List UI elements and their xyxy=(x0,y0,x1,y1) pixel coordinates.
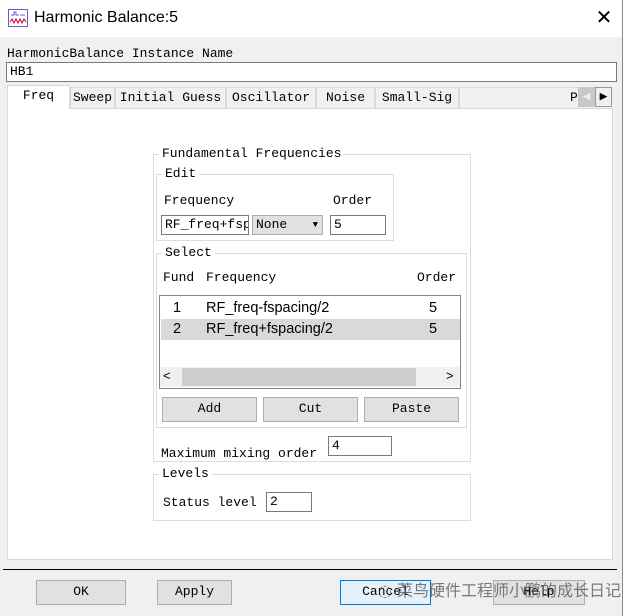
watermark: ◌ 菜鸟硬件工程师小鹏的成长日记 xyxy=(378,581,622,600)
wechat-icon: ◌ xyxy=(378,581,398,600)
levels-group: Levels Status level 2 xyxy=(153,466,471,521)
frequency-input[interactable]: RF_freq+fspacing/2 xyxy=(161,215,249,235)
tab-scroll-right-icon[interactable]: ▶ xyxy=(595,87,612,107)
header-frequency: Frequency xyxy=(206,270,277,285)
edit-group: Edit Frequency Order RF_freq+fspacing/2 … xyxy=(156,166,394,241)
instance-name-label: HarmonicBalance Instance Name xyxy=(7,46,234,61)
window-title: Harmonic Balance:5 xyxy=(34,9,179,26)
status-level-label: Status level xyxy=(163,495,257,510)
instance-name-input[interactable]: HB1 xyxy=(6,62,617,82)
tab-params[interactable]: Pa... xyxy=(459,87,579,108)
frequency-list[interactable]: 1 RF_freq-fspacing/2 5 2 RF_freq+fspacing/2… xyxy=(159,295,461,389)
dialog-window: Harmonic Balance:5 ✕ HarmonicBalance Ins… xyxy=(0,0,623,616)
apply-button[interactable]: Apply xyxy=(157,580,232,605)
tab-small-sig[interactable]: Small-Sig xyxy=(375,87,459,108)
scroll-left-icon[interactable]: < xyxy=(163,368,171,383)
horizontal-scrollbar[interactable]: < > xyxy=(160,367,460,387)
fundamental-frequencies-group: Fundamental Frequencies Edit Frequency O… xyxy=(153,146,471,462)
scroll-right-icon[interactable]: > xyxy=(446,368,454,383)
select-group: Select Fund Frequency Order 1 RF_freq-fsp… xyxy=(156,245,467,428)
footer-divider xyxy=(3,569,617,570)
group-title: Levels xyxy=(159,466,212,482)
tab-noise[interactable]: Noise xyxy=(316,87,375,108)
group-title: Fundamental Frequencies xyxy=(159,146,345,162)
frequency-label: Frequency xyxy=(164,193,235,208)
order-input[interactable]: 5 xyxy=(330,215,386,235)
list-item[interactable]: 1 RF_freq-fspacing/2 5 xyxy=(161,298,460,319)
close-icon[interactable]: ✕ xyxy=(594,6,614,30)
tab-oscillator[interactable]: Oscillator xyxy=(226,87,316,108)
tab-freq[interactable]: Freq xyxy=(7,85,70,109)
freq-tab-panel: Fundamental Frequencies Edit Frequency O… xyxy=(7,108,613,560)
add-button[interactable]: Add xyxy=(162,397,257,422)
group-title: Select xyxy=(162,245,215,261)
chevron-down-icon: ▼ xyxy=(312,220,318,230)
ok-button[interactable]: OK xyxy=(36,580,126,605)
status-level-input[interactable]: 2 xyxy=(266,492,312,512)
header-fund: Fund xyxy=(163,270,195,285)
list-item-selected[interactable]: 2 RF_freq+fspacing/2 5 xyxy=(161,319,460,340)
harmonic-balance-icon xyxy=(8,9,28,27)
tab-sweep[interactable]: Sweep xyxy=(70,87,115,108)
max-mixing-order-label: Maximum mixing order xyxy=(161,446,318,461)
tab-scroll-left-icon[interactable]: ◀ xyxy=(578,87,595,107)
unit-dropdown[interactable]: None ▼ xyxy=(252,215,323,235)
group-title: Edit xyxy=(162,166,200,182)
header-order: Order xyxy=(417,270,457,285)
paste-button[interactable]: Paste xyxy=(364,397,459,422)
title-bar: Harmonic Balance:5 ✕ xyxy=(0,0,622,37)
scrollbar-thumb[interactable] xyxy=(182,368,416,386)
cut-button[interactable]: Cut xyxy=(263,397,358,422)
max-mixing-order-input[interactable]: 4 xyxy=(328,436,392,456)
tab-initial-guess[interactable]: Initial Guess xyxy=(115,87,226,108)
unit-value: None xyxy=(256,217,288,232)
order-label: Order xyxy=(333,193,373,208)
